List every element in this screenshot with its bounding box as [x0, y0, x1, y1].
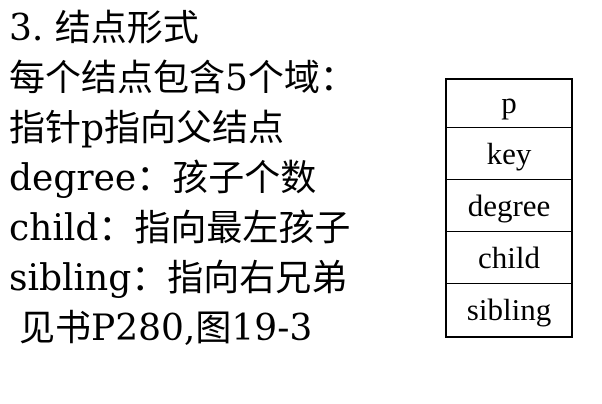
heading-node-form: 3. 结点形式 [9, 8, 199, 49]
text-block: 3. 结点形式 每个结点包含5个域： 指针p指向父结点 degree：孩子个数 … [9, 4, 356, 354]
line-book-reference: 见书P280,图19-3 [19, 308, 313, 349]
field-child: child [447, 232, 571, 284]
field-degree: degree [447, 180, 571, 232]
line-child: child：指向最左孩子 [9, 208, 351, 249]
line-degree: degree：孩子个数 [9, 158, 317, 199]
field-sibling: sibling [466, 292, 552, 327]
field-p: p [447, 80, 571, 128]
node-structure-diagram: p key degree child sibling [445, 78, 573, 338]
line-sibling: sibling：指向右兄弟 [9, 258, 348, 299]
field-key: key [447, 128, 571, 180]
line-fields-count: 每个结点包含5个域： [9, 58, 356, 99]
line-pointer-p: 指针p指向父结点 [9, 108, 285, 149]
